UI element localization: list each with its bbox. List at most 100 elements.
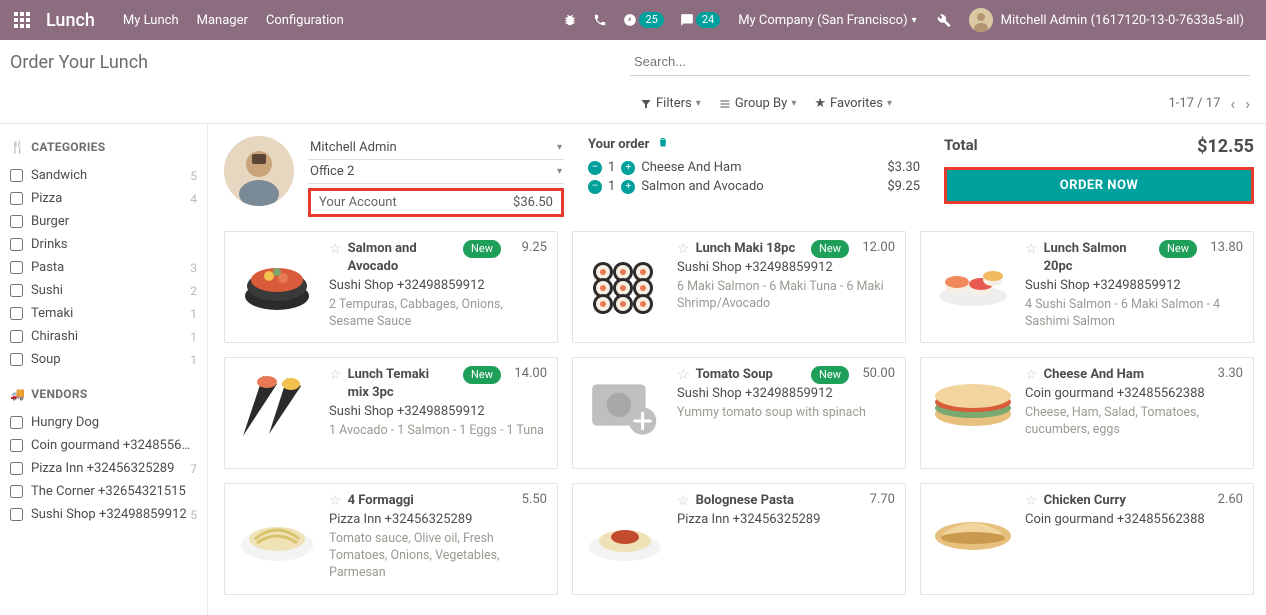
vendor-count: 5 [190,508,197,522]
app-brand: Lunch [46,10,95,31]
account-balance: Your Account $36.50 [308,188,564,217]
checkbox[interactable] [10,261,23,274]
increment-button[interactable]: + [621,180,635,194]
category-count: 1 [190,307,197,321]
account-user-select[interactable]: Mitchell Admin▾ [308,136,564,160]
caret-down-icon: ▾ [557,166,562,177]
category-label: Sandwich [31,168,190,183]
star-outline-icon[interactable]: ☆ [329,492,342,510]
star-outline-icon[interactable]: ☆ [329,240,342,258]
truck-icon: 🚚 [10,387,25,401]
category-item[interactable]: Pasta3 [10,256,197,279]
product-card[interactable]: ☆Lunch Maki 18pcNew12.00Sushi Shop +3249… [572,231,906,343]
product-price: 13.80 [1203,240,1243,255]
product-card[interactable]: ☆Tomato SoupNew50.00Sushi Shop +32498859… [572,357,906,469]
category-count: 2 [190,284,197,298]
product-card[interactable]: ☆Salmon and AvocadoNew9.25Sushi Shop +32… [224,231,558,343]
category-item[interactable]: Sandwich5 [10,164,197,187]
product-vendor: Coin gourmand +32485562388 [1025,512,1243,527]
user-menu[interactable]: Mitchell Admin (1617120-13-0-7633a5-all) [969,8,1244,32]
checkbox[interactable] [10,307,23,320]
apps-icon[interactable] [14,12,30,28]
trash-icon[interactable] [657,136,669,152]
category-item[interactable]: Pizza4 [10,187,197,210]
checkbox[interactable] [10,508,23,521]
product-desc: 6 Maki Salmon - 6 Maki Tuna - 6 Maki Shr… [677,279,895,313]
decrement-button[interactable]: – [588,161,602,175]
checkbox[interactable] [10,192,23,205]
vendor-item[interactable]: Hungry Dog [10,411,197,434]
activity-icon[interactable]: 25 [623,12,663,28]
search-input[interactable] [630,48,1250,76]
order-panel: Your order –1+Cheese And Ham$3.30–1+Salm… [588,136,920,217]
star-outline-icon[interactable]: ☆ [1025,366,1038,384]
category-item[interactable]: Chirashi1 [10,325,197,348]
category-item[interactable]: Sushi2 [10,279,197,302]
bug-icon[interactable] [563,13,577,27]
checkbox[interactable] [10,169,23,182]
decrement-button[interactable]: – [588,180,602,194]
checkbox[interactable] [10,238,23,251]
nav-manager[interactable]: Manager [197,13,248,28]
pager-prev[interactable]: ‹ [1230,94,1235,113]
checkbox[interactable] [10,485,23,498]
pager-next[interactable]: › [1245,94,1250,113]
star-outline-icon[interactable]: ☆ [677,492,690,510]
product-vendor: Sushi Shop +32498859912 [329,278,547,293]
vendor-label: Coin gourmand +324855623... [31,438,197,453]
product-card[interactable]: ☆Cheese And Ham3.30Coin gourmand +324855… [920,357,1254,469]
category-item[interactable]: Temaki1 [10,302,197,325]
order-qty: 1 [608,179,615,194]
product-card[interactable]: ☆Lunch Temaki mix 3pcNew14.00Sushi Shop … [224,357,558,469]
star-outline-icon[interactable]: ☆ [1025,240,1038,258]
user-avatar [969,8,993,32]
star-outline-icon[interactable]: ☆ [1025,492,1038,510]
category-label: Soup [31,352,190,367]
product-price: 9.25 [507,240,547,255]
checkbox[interactable] [10,284,23,297]
product-thumb [931,366,1015,450]
product-name: Lunch Maki 18pc [696,240,796,258]
category-label: Drinks [31,237,197,252]
checkbox[interactable] [10,215,23,228]
product-card[interactable]: ☆Lunch Salmon 20pcNew13.80Sushi Shop +32… [920,231,1254,343]
checkbox[interactable] [10,439,23,452]
new-badge: New [811,240,849,258]
product-desc: 4 Sushi Salmon - 6 Maki Salmon - 4 Sashi… [1025,297,1243,331]
vendor-item[interactable]: The Corner +32654321515 [10,480,197,503]
category-item[interactable]: Drinks [10,233,197,256]
account-office-select[interactable]: Office 2▾ [308,160,564,184]
checkbox[interactable] [10,353,23,366]
product-card[interactable]: ☆4 Formaggi5.50Pizza Inn +32456325289Tom… [224,483,558,595]
star-outline-icon[interactable]: ☆ [677,366,690,384]
vendor-item[interactable]: Coin gourmand +324855623... [10,434,197,457]
nav-my-lunch[interactable]: My Lunch [123,13,179,28]
filters-dropdown[interactable]: Filters▾ [640,96,701,111]
product-card[interactable]: ☆Chicken Curry2.60Coin gourmand +3248556… [920,483,1254,595]
groupby-dropdown[interactable]: Group By▾ [719,96,797,111]
nav-configuration[interactable]: Configuration [266,13,344,28]
checkbox[interactable] [10,462,23,475]
product-card[interactable]: ☆Bolognese Pasta7.70Pizza Inn +324563252… [572,483,906,595]
checkbox[interactable] [10,330,23,343]
phone-icon[interactable] [593,13,607,27]
company-switcher[interactable]: My Company (San Francisco) ▾ [738,13,916,28]
product-thumb [235,240,319,324]
vendor-item[interactable]: Sushi Shop +324988599125 [10,503,197,526]
star-outline-icon[interactable]: ☆ [329,366,342,384]
chat-icon[interactable]: 24 [680,12,720,28]
vendor-item[interactable]: Pizza Inn +324563252897 [10,457,197,480]
increment-button[interactable]: + [621,161,635,175]
favorites-dropdown[interactable]: ★ Favorites▾ [814,96,892,111]
product-name: Lunch Salmon 20pc [1044,240,1147,276]
product-thumb [583,366,667,450]
category-item[interactable]: Burger [10,210,197,233]
total-label: Total [944,136,978,157]
vendor-label: Hungry Dog [31,415,197,430]
checkbox[interactable] [10,416,23,429]
star-outline-icon[interactable]: ☆ [677,240,690,258]
category-item[interactable]: Soup1 [10,348,197,371]
wrench-icon[interactable] [935,12,951,28]
product-vendor: Pizza Inn +32456325289 [677,512,895,527]
order-now-button[interactable]: ORDER NOW [947,170,1251,201]
